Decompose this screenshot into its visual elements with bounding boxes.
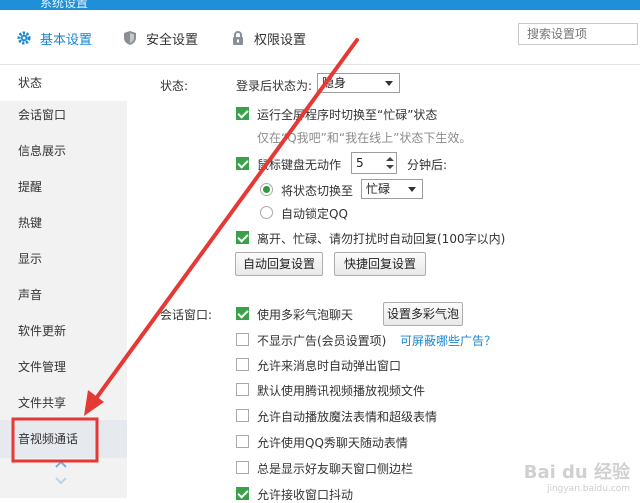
auto-popup-label: 允许来消息时自动弹出窗口 bbox=[257, 359, 402, 373]
gear-icon bbox=[16, 30, 32, 46]
stepper-up-icon[interactable] bbox=[386, 157, 394, 161]
search-box[interactable] bbox=[518, 23, 638, 45]
auto-popup-checkbox[interactable] bbox=[236, 358, 249, 371]
bubble-label: 使用多彩气泡聊天 bbox=[257, 308, 354, 322]
sidebar-item-label: 信息展示 bbox=[18, 144, 67, 158]
sidebar-item-file-management[interactable]: 文件管理 bbox=[0, 349, 127, 385]
sidebar-item-label: 状态 bbox=[18, 76, 43, 90]
tencent-video-checkbox[interactable] bbox=[236, 383, 249, 396]
sidebar-item-info-display[interactable]: 信息展示 bbox=[0, 133, 127, 169]
lock-icon bbox=[230, 30, 246, 46]
sidebar-item-label: 声音 bbox=[18, 288, 43, 302]
auto-lock-label: 自动锁定QQ bbox=[281, 207, 348, 221]
sidebar-item-label: 显示 bbox=[18, 252, 43, 266]
auto-reply-settings-button[interactable]: 自动回复设置 bbox=[235, 252, 323, 276]
shield-icon bbox=[122, 30, 138, 46]
fullscreen-hint: 仅在“Q我吧”和“我在线上”状态下生效。 bbox=[257, 131, 472, 145]
stepper-down-icon[interactable] bbox=[386, 165, 394, 169]
sidebar-item-label: 文件管理 bbox=[18, 360, 67, 374]
sidebar-item-display[interactable]: 显示 bbox=[0, 241, 127, 277]
chevron-down-icon bbox=[408, 187, 416, 192]
settings-panel: 状态: 登录后状态为: 隐身 运行全屏程序时切换至“忙碌”状态 仅在“Q我吧”和… bbox=[127, 65, 640, 502]
switch-status-value: 忙碌 bbox=[366, 182, 391, 196]
watermark: Bai du 经验 jingyan.baidu.com bbox=[524, 458, 630, 494]
login-status-select[interactable]: 隐身 bbox=[317, 73, 400, 93]
idle-minutes-stepper[interactable]: 5 bbox=[351, 152, 397, 174]
switch-status-select[interactable]: 忙碌 bbox=[361, 179, 423, 199]
scroll-up-icon[interactable] bbox=[54, 458, 68, 470]
tencent-video-label: 默认使用腾讯视频播放视频文件 bbox=[257, 384, 426, 398]
window-shake-checkbox[interactable] bbox=[236, 487, 249, 500]
fullscreen-busy-checkbox[interactable] bbox=[236, 107, 249, 120]
login-status-label: 登录后状态为: bbox=[236, 79, 313, 93]
search-input[interactable] bbox=[519, 24, 637, 44]
tab-label: 基本设置 bbox=[40, 32, 93, 48]
idle-minutes-value: 5 bbox=[356, 156, 364, 170]
magic-emoji-label: 允许自动播放魔法表情和超级表情 bbox=[257, 410, 438, 424]
auto-reply-label: 离开、忙碌、请勿打扰时自动回复(100字以内) bbox=[257, 232, 506, 246]
magic-emoji-checkbox[interactable] bbox=[236, 409, 249, 422]
tab-label: 权限设置 bbox=[254, 32, 307, 48]
chat-sidebar-label: 总是显示好友聊天窗口侧边栏 bbox=[257, 462, 414, 476]
sidebar-item-hotkey[interactable]: 热键 bbox=[0, 205, 127, 241]
idle-label: 鼠标键盘无动作 bbox=[257, 158, 342, 172]
idle-checkbox[interactable] bbox=[236, 157, 249, 170]
quick-reply-settings-button[interactable]: 快捷回复设置 bbox=[334, 252, 426, 276]
watermark-brand: Bai du 经验 bbox=[523, 462, 630, 483]
sidebar-item-label: 软件更新 bbox=[18, 324, 67, 338]
sidebar-item-label: 文件共享 bbox=[18, 396, 67, 410]
idle-suffix: 分钟后: bbox=[407, 158, 448, 172]
sidebar-item-label: 会话窗口 bbox=[18, 108, 67, 122]
sidebar-item-label: 热键 bbox=[18, 216, 43, 230]
status-heading: 状态: bbox=[160, 79, 189, 93]
switch-status-radio[interactable] bbox=[260, 183, 273, 196]
blockable-ads-link[interactable]: 可屏蔽哪些广告？ bbox=[400, 332, 496, 349]
tab-bar: 基本设置 安全设置 权限设置 bbox=[0, 10, 640, 65]
scroll-down-icon[interactable] bbox=[54, 475, 68, 487]
chevron-down-icon bbox=[385, 81, 393, 86]
watermark-url: jingyan.baidu.com bbox=[546, 484, 630, 494]
bubble-settings-button[interactable]: 设置多彩气泡 bbox=[383, 302, 463, 326]
chat-sidebar-checkbox[interactable] bbox=[236, 461, 249, 474]
window-shake-label: 允许接收窗口抖动 bbox=[257, 488, 354, 502]
qqshow-emoji-checkbox[interactable] bbox=[236, 435, 249, 448]
qqshow-emoji-label: 允许使用QQ秀聊天随动表情 bbox=[257, 436, 408, 450]
sidebar: 状态 会话窗口 信息展示 提醒 热键 显示 声音 软件更新 文件管理 文件共享 … bbox=[0, 65, 127, 498]
sidebar-item-software-update[interactable]: 软件更新 bbox=[0, 313, 127, 349]
fullscreen-busy-label: 运行全屏程序时切换至“忙碌”状态 bbox=[257, 108, 438, 122]
title-bar: 系统设置 bbox=[0, 0, 640, 10]
bubble-checkbox[interactable] bbox=[236, 307, 249, 320]
auto-lock-radio[interactable] bbox=[260, 206, 273, 219]
tab-permission-settings[interactable]: 权限设置 bbox=[230, 26, 306, 50]
sidebar-item-reminder[interactable]: 提醒 bbox=[0, 169, 127, 205]
auto-reply-checkbox[interactable] bbox=[236, 231, 249, 244]
sidebar-item-session-window[interactable]: 会话窗口 bbox=[0, 97, 127, 133]
sidebar-item-status[interactable]: 状态 bbox=[0, 65, 127, 101]
tab-security-settings[interactable]: 安全设置 bbox=[122, 26, 198, 50]
login-status-value: 隐身 bbox=[322, 76, 347, 90]
switch-status-label: 将状态切换至 bbox=[281, 184, 354, 198]
session-heading: 会话窗口: bbox=[160, 308, 213, 322]
tab-label: 安全设置 bbox=[146, 32, 199, 48]
sidebar-item-label: 提醒 bbox=[18, 180, 43, 194]
sidebar-item-av-call[interactable]: 音视频通话 bbox=[0, 420, 127, 458]
sidebar-item-label: 音视频通话 bbox=[18, 432, 79, 446]
sidebar-item-file-sharing[interactable]: 文件共享 bbox=[0, 385, 127, 421]
no-ad-label: 不显示广告(会员设置项) bbox=[257, 334, 387, 348]
sidebar-item-sound[interactable]: 声音 bbox=[0, 277, 127, 313]
tab-basic-settings[interactable]: 基本设置 bbox=[16, 26, 92, 50]
no-ad-checkbox[interactable] bbox=[236, 333, 249, 346]
